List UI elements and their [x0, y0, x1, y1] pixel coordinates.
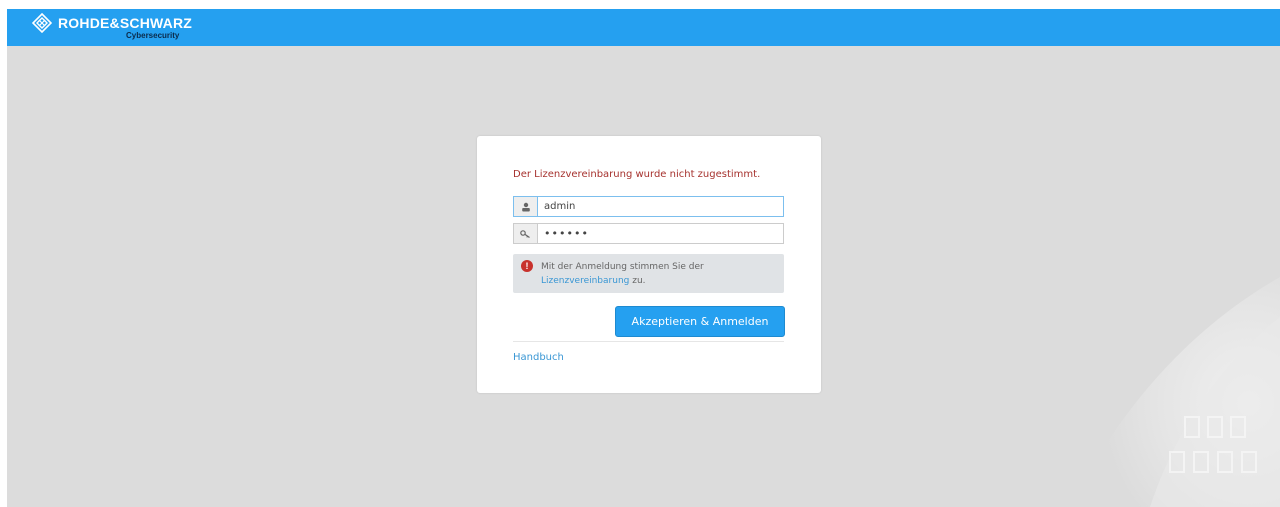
- brand-name: ROHDE&SCHWARZ: [58, 15, 193, 31]
- notice-text-end: zu.: [629, 276, 646, 286]
- username-group: [513, 196, 784, 217]
- license-link[interactable]: Lizenzvereinbarung: [541, 276, 629, 286]
- background-decoration: [1070, 277, 1280, 507]
- top-bar: ROHDE&SCHWARZ Cybersecurity: [7, 9, 1280, 46]
- password-input[interactable]: [537, 223, 784, 244]
- password-group: [513, 223, 784, 244]
- page-frame: ROHDE&SCHWARZ Cybersecurity Der Lizenzve…: [7, 9, 1280, 507]
- divider: [513, 341, 784, 342]
- license-notice: ! Mit der Anmeldung stimmen Sie der Lize…: [513, 254, 784, 293]
- key-icon: [520, 229, 530, 238]
- notice-text: Mit der Anmeldung stimmen Sie der: [541, 262, 704, 272]
- username-input[interactable]: [537, 196, 784, 217]
- handbook-link[interactable]: Handbuch: [513, 352, 564, 363]
- user-icon: [521, 202, 530, 211]
- brand-subtitle: Cybersecurity: [126, 31, 180, 40]
- login-card: Der Lizenzvereinbarung wurde nicht zuges…: [477, 136, 821, 393]
- password-addon: [513, 223, 537, 244]
- exclamation-icon: !: [521, 260, 533, 272]
- username-addon: [513, 196, 537, 217]
- error-message: Der Lizenzvereinbarung wurde nicht zuges…: [513, 169, 761, 180]
- rs-diamond-logo-icon: [32, 13, 52, 33]
- accept-login-button[interactable]: Akzeptieren & Anmelden: [615, 306, 785, 337]
